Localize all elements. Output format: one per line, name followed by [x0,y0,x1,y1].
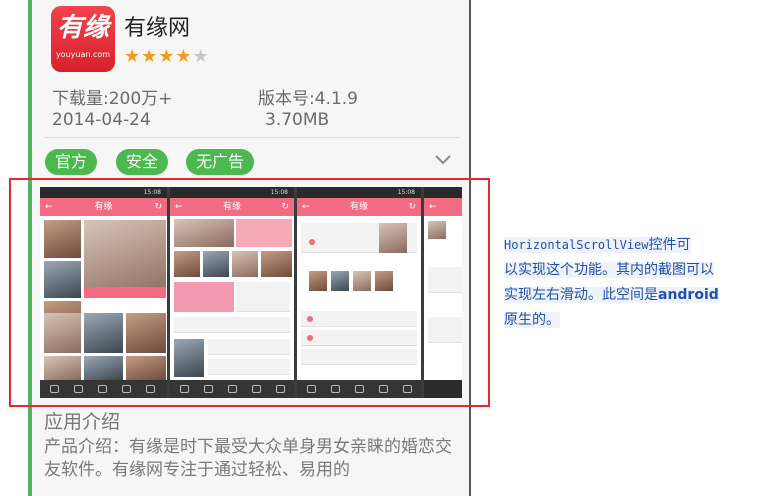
app-icon-domain: youyuan.com [55,50,111,59]
star-icon: ★ [175,46,193,67]
section-title: 应用介绍 [44,411,121,433]
star-icon: ★ [158,46,176,67]
annotation-bold: android [658,287,719,303]
annotation-line4: 原生的。 [504,312,560,328]
annotation-line3: 实现左右滑动。此空间是 [504,287,658,303]
file-size: 3.70MB [265,110,330,130]
highlight-frame [9,178,490,407]
divider [44,137,460,138]
app-icon[interactable]: 有缘 youyuan.com [51,6,115,72]
star-icon: ★ [124,46,142,67]
star-icon: ★ [192,46,210,67]
annotation-note: HorizontalScrollView控件可 以实现这个功能。其内的截图可以 … [504,233,746,333]
app-description: 产品介绍：有缘是时下最受大众单身男女亲睐的婚恋交友软件。有缘网专注于通过轻松、易… [44,437,452,480]
release-date: 2014-04-24 [52,110,151,130]
star-icon: ★ [141,46,159,67]
annotation-code: HorizontalScrollView [504,238,649,252]
downloads-count: 下载量:200万+ [52,89,173,109]
tag-no-ads: 无广告 [186,149,255,175]
tag-official: 官方 [45,149,98,175]
chevron-down-icon[interactable] [433,150,453,170]
app-icon-logo-text: 有缘 [56,13,109,43]
version-number: 版本号:4.1.9 [258,89,358,109]
annotation-line2: 以实现这个功能。其内的截图可以 [504,262,714,278]
rating-stars: ★★★★★ [124,46,210,68]
app-name: 有缘网 [124,16,191,41]
annotation-line1: 控件可 [648,237,691,253]
tag-safe: 安全 [116,149,169,175]
